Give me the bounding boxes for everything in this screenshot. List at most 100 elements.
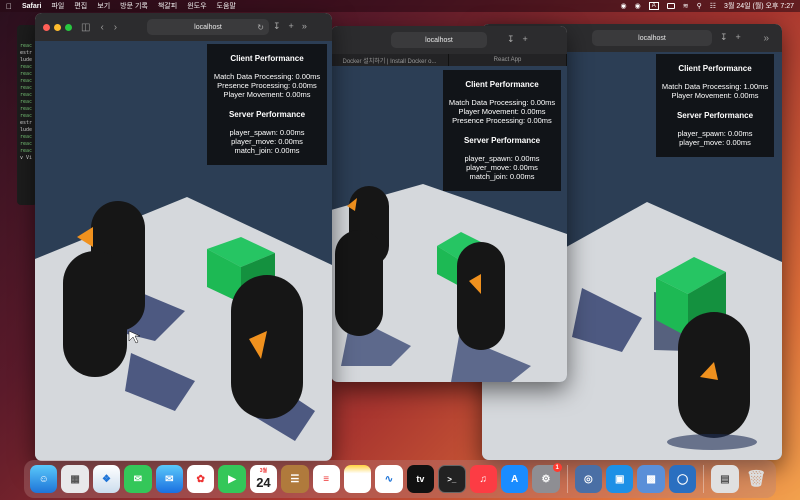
tab-docker[interactable]: Docker 설치하기 | Install Docker o... <box>331 54 449 66</box>
browser-window-2[interactable]: localhost ↧ + Docker 설치하기 | Install Dock… <box>331 26 567 382</box>
terminal-line: reac <box>20 85 33 91</box>
dock-separator <box>703 465 705 493</box>
menu-file[interactable]: 파일 <box>51 1 64 11</box>
tv-label: tv <box>416 474 425 484</box>
docker-icon[interactable]: ▣ <box>606 465 634 493</box>
address-bar[interactable]: localhost <box>391 32 487 48</box>
simulator-icon[interactable]: ◯ <box>668 465 697 493</box>
server-perf-line: player_move: 0.00ms <box>231 137 303 146</box>
status-icon[interactable]: ◉ <box>621 2 627 10</box>
reload-icon[interactable]: ↻ <box>257 23 264 32</box>
terminal-line: reac <box>20 92 33 98</box>
terminal-line: reac <box>20 43 33 49</box>
safari-icon[interactable]: ❖ <box>92 465 121 493</box>
url-text: localhost <box>194 23 222 31</box>
search-icon[interactable]: ⚲ <box>697 2 702 10</box>
download-icon[interactable]: ↧ <box>507 34 515 45</box>
performance-panel: Client Performance Match Data Processing… <box>207 44 327 165</box>
calendar-day: 24 <box>256 474 271 490</box>
launchpad-icon[interactable]: ▦ <box>61 465 89 493</box>
client-perf-line: Match Data Processing: 0.00ms <box>213 72 321 81</box>
menu-help[interactable]: 도움말 <box>217 1 236 11</box>
freeform-icon[interactable]: ∿ <box>375 465 403 493</box>
dock-separator <box>566 465 568 493</box>
server-perf-line: match_join: 0.00ms <box>234 146 300 155</box>
input-indicator[interactable]: A <box>648 2 659 10</box>
minimize-button[interactable] <box>54 23 61 31</box>
menu-edit[interactable]: 편집 <box>74 1 87 11</box>
menu-view[interactable]: 보기 <box>97 1 110 11</box>
terminal-line: reac <box>20 148 33 154</box>
wifi-icon[interactable]: ≋ <box>683 2 689 10</box>
battery-icon[interactable] <box>666 3 675 9</box>
client-perf-line: Player Movement: 0.00ms <box>223 90 311 99</box>
messages-icon[interactable]: ✉ <box>124 465 152 493</box>
client-perf-line: Match Data Processing: 0.00ms <box>448 98 556 107</box>
terminal-line: lude <box>20 127 33 133</box>
download-icon[interactable]: ↧ <box>273 21 281 32</box>
finder-icon[interactable]: ☺ <box>30 465 58 493</box>
status-icon[interactable]: ◉ <box>635 2 641 10</box>
url-text: localhost <box>638 34 666 42</box>
server-perf-line: player_spawn: 0.00ms <box>229 128 305 137</box>
calendar-month: 3월 <box>259 468 268 474</box>
overflow-icon[interactable]: » <box>763 33 769 44</box>
client-perf-line: Match Data Processing: 1.00ms <box>661 82 769 91</box>
reminders-icon[interactable]: ≡ <box>312 465 340 493</box>
music-icon[interactable]: ♫ <box>469 465 497 493</box>
server-perf-line: player_spawn: 0.00ms <box>464 154 540 163</box>
zoom-button[interactable] <box>65 23 72 31</box>
notes-icon[interactable] <box>343 465 372 493</box>
performance-panel: Client Performance Match Data Processing… <box>656 54 774 157</box>
new-tab-icon[interactable]: + <box>289 21 294 32</box>
notification-badge: 1 <box>552 463 562 472</box>
forward-icon[interactable]: › <box>114 22 117 33</box>
overflow-icon[interactable]: » <box>302 21 307 32</box>
menu-window[interactable]: 윈도우 <box>187 1 206 11</box>
new-tab-icon[interactable]: + <box>523 34 528 45</box>
calendar-icon[interactable]: 3월 24 <box>249 465 278 493</box>
notes-brown-icon[interactable]: ☰ <box>281 465 309 493</box>
downloads-icon[interactable]: ▤ <box>711 465 739 493</box>
facetime-icon[interactable]: ▶ <box>218 465 246 493</box>
app-store-icon[interactable]: A <box>500 465 529 493</box>
terminal-line: estr <box>20 120 33 126</box>
server-perf-line: player_move: 0.00ms <box>679 138 751 147</box>
terminal-icon[interactable]: >_ <box>438 465 466 493</box>
terminal-line: estr <box>20 50 33 56</box>
server-perf-line: player_move: 0.00ms <box>466 163 538 172</box>
download-icon[interactable]: ↧ <box>720 32 728 43</box>
preview-icon[interactable]: ▩ <box>637 465 665 493</box>
trash-icon[interactable]: 🗑 <box>743 465 770 493</box>
menu-history[interactable]: 방문 기록 <box>120 1 148 11</box>
new-tab-icon[interactable]: + <box>736 32 741 43</box>
control-center-icon[interactable]: ☷ <box>710 2 716 10</box>
photos-icon[interactable]: ✿ <box>186 465 215 493</box>
system-settings-icon[interactable]: ⚙ 1 <box>532 463 562 493</box>
sidebar-icon[interactable]: ◫ <box>81 22 90 33</box>
address-bar[interactable]: localhost <box>592 30 712 46</box>
menu-app-name[interactable]: Safari <box>22 3 41 10</box>
tv-icon[interactable]: tv <box>406 465 435 493</box>
apple-menu-icon[interactable]:  <box>6 2 12 11</box>
menu-bookmarks[interactable]: 책갈피 <box>158 1 177 11</box>
client-perf-line: Presence Processing: 0.00ms <box>452 116 552 125</box>
client-perf-title: Client Performance <box>465 80 539 89</box>
terminal-line: reac <box>20 78 33 84</box>
performance-panel: Client Performance Match Data Processing… <box>443 70 561 191</box>
client-perf-line: Presence Processing: 0.00ms <box>217 81 317 90</box>
back-icon[interactable]: ‹ <box>100 22 103 33</box>
browser-window-1[interactable]: ◫ ‹ › localhost ↻ ↧ + » Client Performan… <box>35 13 332 461</box>
mail-icon[interactable]: ✉ <box>155 465 183 493</box>
url-text: localhost <box>425 36 453 44</box>
terminal-line: reac <box>20 113 33 119</box>
address-bar[interactable]: localhost ↻ <box>147 19 269 35</box>
tab-react-app[interactable]: React App <box>449 54 567 66</box>
terminal-line: reac <box>20 106 33 112</box>
datetime[interactable]: 3월 24일 (월) 오후 7:27 <box>724 1 794 11</box>
close-button[interactable] <box>43 23 50 31</box>
dock: ☺ ▦ ❖ ✉ ✉ ✿ ▶ 3월 24 ☰ ≡ ∿ tv >_ ♫ A ⚙ 1 ◎… <box>24 460 776 498</box>
terminal-window[interactable]: reac estr lude reac reac reac reac reac reac reac… <box>17 25 37 205</box>
tab-bar: Docker 설치하기 | Install Docker o... React … <box>331 54 567 66</box>
activity-icon[interactable]: ◎ <box>574 465 603 493</box>
